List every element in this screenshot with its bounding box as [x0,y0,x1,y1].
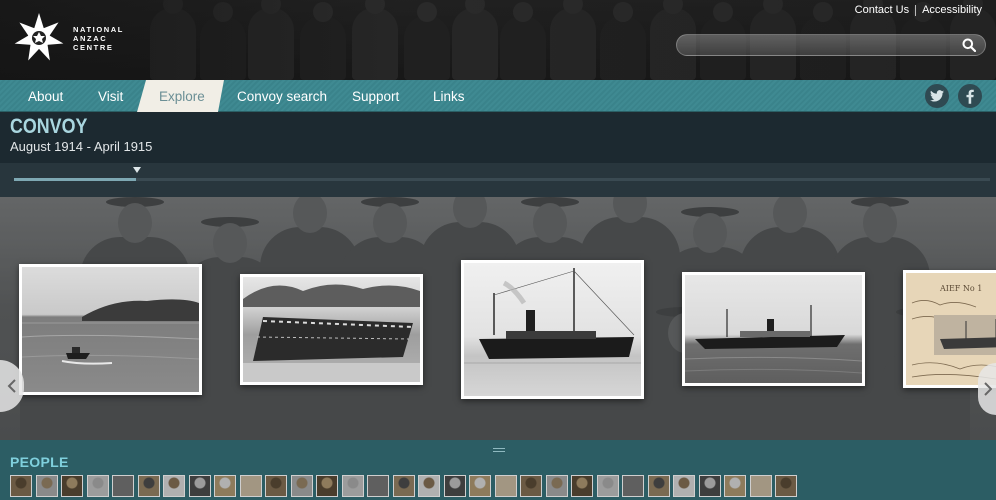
timeline-progress [14,178,136,181]
person-thumbnail[interactable] [622,475,644,497]
site-header: NATIONAL ANZAC CENTRE Contact Us Accessi… [0,0,996,80]
person-thumbnail[interactable] [341,475,364,497]
logo-line-3: CENTRE [73,42,114,52]
facebook-button[interactable] [958,84,982,108]
person-thumbnail[interactable] [571,475,593,497]
logo-line-2: ANZAC [73,33,108,43]
timeline-slider[interactable] [0,163,996,197]
person-thumbnail[interactable] [61,475,83,497]
person-thumbnail[interactable] [520,475,542,497]
timeline-track [14,178,990,181]
person-thumbnail[interactable] [86,475,109,497]
page-title: CONVOY [10,115,88,138]
person-thumbnail[interactable] [214,475,236,497]
timeline-marker[interactable] [133,167,141,173]
search-box [676,34,986,56]
person-thumbnail[interactable] [367,475,389,497]
person-thumbnail[interactable] [673,475,695,497]
person-thumbnail[interactable] [316,475,338,497]
main-navigation: About Visit Explore Convoy search Suppor… [0,80,996,112]
twitter-button[interactable] [925,84,949,108]
nav-item-support[interactable]: Support [352,80,399,112]
gallery-photo-steamship[interactable] [461,260,644,399]
chevron-right-icon [984,382,992,396]
accessibility-link[interactable]: Accessibility [922,4,982,16]
people-thumbnails [10,475,996,499]
nav-item-links[interactable]: Links [433,80,465,112]
person-thumbnail[interactable] [265,475,287,497]
link-divider [915,4,917,16]
site-logo[interactable]: NATIONAL ANZAC CENTRE [13,12,124,64]
contact-us-link[interactable]: Contact Us [855,4,909,16]
people-panel: PEOPLE [0,440,996,500]
logo-wordmark: NATIONAL ANZAC CENTRE [73,25,124,52]
person-thumbnail[interactable] [239,475,262,497]
logo-line-1: NATIONAL [73,24,124,34]
svg-text:AIEF No 1: AIEF No 1 [939,284,982,293]
page-subtitle: August 1914 - April 1915 [10,139,153,154]
person-thumbnail[interactable] [188,475,211,497]
person-thumbnail[interactable] [35,475,58,497]
nav-item-about[interactable]: About [28,80,63,112]
person-thumbnail[interactable] [112,475,134,497]
nav-item-convoy-search[interactable]: Convoy search [237,80,327,112]
person-thumbnail[interactable] [163,475,185,497]
search-icon[interactable] [962,38,976,52]
person-thumbnail[interactable] [596,475,619,497]
anzac-star-logo-icon [14,13,64,61]
person-thumbnail[interactable] [647,475,670,497]
gallery-next-button[interactable] [978,363,996,415]
gallery-photo-marching-troops[interactable] [240,274,423,385]
person-thumbnail[interactable] [418,475,440,497]
person-thumbnail[interactable] [724,475,746,497]
person-thumbnail[interactable] [545,475,568,497]
panel-drag-handle[interactable] [493,448,505,452]
convoy-gallery: AIEF No 1 [0,197,996,440]
person-thumbnail[interactable] [698,475,721,497]
gallery-photo-transport-ship[interactable] [682,272,865,386]
nav-item-explore[interactable]: Explore [137,80,224,112]
person-thumbnail[interactable] [10,475,32,497]
person-thumbnail[interactable] [749,475,772,497]
person-thumbnail[interactable] [290,475,313,497]
chevron-left-icon [7,379,16,393]
facebook-icon [966,89,974,104]
people-heading: PEOPLE [10,454,69,470]
twitter-icon [930,90,944,102]
person-thumbnail[interactable] [137,475,160,497]
person-thumbnail[interactable] [775,475,797,497]
person-thumbnail[interactable] [443,475,466,497]
gallery-photo-boat[interactable] [19,264,202,395]
person-thumbnail[interactable] [469,475,491,497]
person-thumbnail[interactable] [494,475,517,497]
nav-item-visit[interactable]: Visit [98,80,123,112]
person-thumbnail[interactable] [392,475,415,497]
utility-links: Contact Us Accessibility [855,4,982,16]
page-header: CONVOY August 1914 - April 1915 [0,113,996,163]
search-input[interactable] [677,35,947,55]
